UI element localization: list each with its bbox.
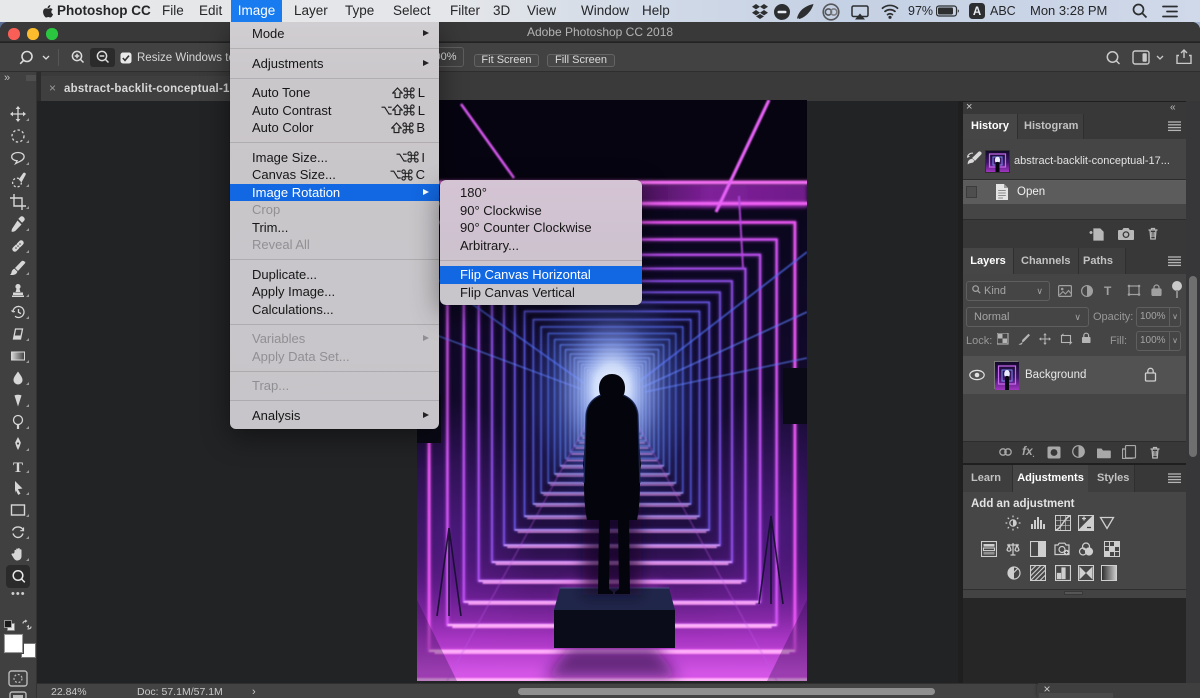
svg-text:T: T (13, 460, 23, 474)
svg-text:A: A (973, 6, 981, 18)
